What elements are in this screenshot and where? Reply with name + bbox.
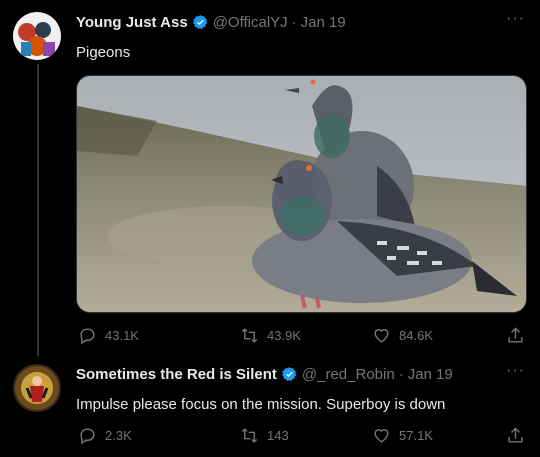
like-count: 84.6K bbox=[399, 328, 433, 343]
retweet-count: 143 bbox=[267, 428, 289, 443]
display-name[interactable]: Sometimes the Red is Silent bbox=[76, 366, 277, 383]
handle[interactable]: @OfficalYJ bbox=[213, 14, 288, 31]
more-icon[interactable]: ··· bbox=[506, 10, 525, 28]
like-button[interactable]: 57.1K bbox=[372, 426, 433, 445]
like-count: 57.1K bbox=[399, 428, 433, 443]
separator: · bbox=[398, 366, 404, 383]
separator: · bbox=[291, 14, 297, 31]
reply-icon bbox=[80, 428, 95, 445]
reply-button[interactable]: 43.1K bbox=[78, 326, 139, 345]
share-icon bbox=[508, 427, 523, 443]
retweet-icon bbox=[241, 328, 258, 343]
thread-line bbox=[37, 64, 39, 356]
tweet-actions: 2.3K 143 57.1K bbox=[76, 426, 527, 446]
reply-button[interactable]: 2.3K bbox=[78, 426, 132, 445]
share-icon bbox=[508, 327, 523, 343]
retweet-icon bbox=[241, 428, 258, 443]
reply-icon bbox=[80, 328, 95, 345]
tweet-actions: 43.1K 43.9K 84.6K bbox=[76, 326, 527, 346]
display-name[interactable]: Young Just Ass bbox=[76, 14, 188, 31]
avatar[interactable] bbox=[13, 364, 61, 412]
reply-count: 43.1K bbox=[105, 328, 139, 343]
share-button[interactable] bbox=[506, 426, 533, 445]
pigeon-photo bbox=[77, 76, 526, 312]
tweet-header: Young Just Ass @OfficalYJ · Jan 19 bbox=[76, 14, 346, 31]
retweet-button[interactable]: 43.9K bbox=[240, 326, 301, 345]
like-icon bbox=[374, 429, 389, 443]
tweet-text: Pigeons bbox=[76, 44, 131, 61]
tweet-header: Sometimes the Red is Silent @_red_Robin … bbox=[76, 366, 453, 383]
handle[interactable]: @_red_Robin bbox=[302, 366, 395, 383]
tweet-text: Impulse please focus on the mission. Sup… bbox=[76, 396, 446, 413]
retweet-count: 43.9K bbox=[267, 328, 301, 343]
like-icon bbox=[374, 329, 389, 343]
share-button[interactable] bbox=[506, 326, 533, 345]
more-icon[interactable]: ··· bbox=[506, 362, 525, 380]
verified-badge-icon bbox=[192, 15, 207, 29]
tweet-media[interactable] bbox=[76, 75, 527, 313]
avatar[interactable] bbox=[13, 12, 61, 60]
reply-count: 2.3K bbox=[105, 428, 132, 443]
timestamp[interactable]: Jan 19 bbox=[408, 366, 453, 383]
like-button[interactable]: 84.6K bbox=[372, 326, 433, 345]
verified-badge-icon bbox=[281, 367, 297, 381]
timestamp[interactable]: Jan 19 bbox=[301, 14, 346, 31]
retweet-button[interactable]: 143 bbox=[240, 426, 289, 445]
